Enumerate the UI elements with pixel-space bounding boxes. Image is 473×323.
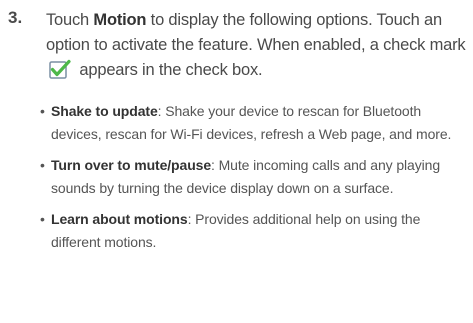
step-text-motion: Motion: [93, 11, 147, 29]
bullet-icon: •: [40, 211, 45, 227]
bullet-title: Learn about motions: [51, 211, 188, 227]
list-item-turn-over-to-mute: • Turn over to mute/pause: Mute incoming…: [40, 154, 465, 200]
bullet-title: Shake to update: [51, 103, 158, 119]
step-text-touch: Touch: [46, 11, 94, 29]
green-checkmark-icon: [49, 59, 71, 79]
step-number: 3.: [8, 8, 23, 27]
motion-options-list: • Shake to update: Shake your device to …: [40, 100, 465, 262]
bullet-icon: •: [40, 103, 45, 119]
bullet-title: Turn over to mute/pause: [51, 157, 212, 173]
list-item-shake-to-update: • Shake to update: Shake your device to …: [40, 100, 465, 146]
list-item-learn-about-motions: • Learn about motions: Provides addition…: [40, 208, 465, 254]
step-instruction: Touch Motion to display the following op…: [46, 8, 468, 83]
step-3: 3. Touch Motion to display the following…: [8, 8, 468, 83]
bullet-icon: •: [40, 157, 45, 173]
step-text-end: appears in the check box.: [79, 61, 263, 79]
